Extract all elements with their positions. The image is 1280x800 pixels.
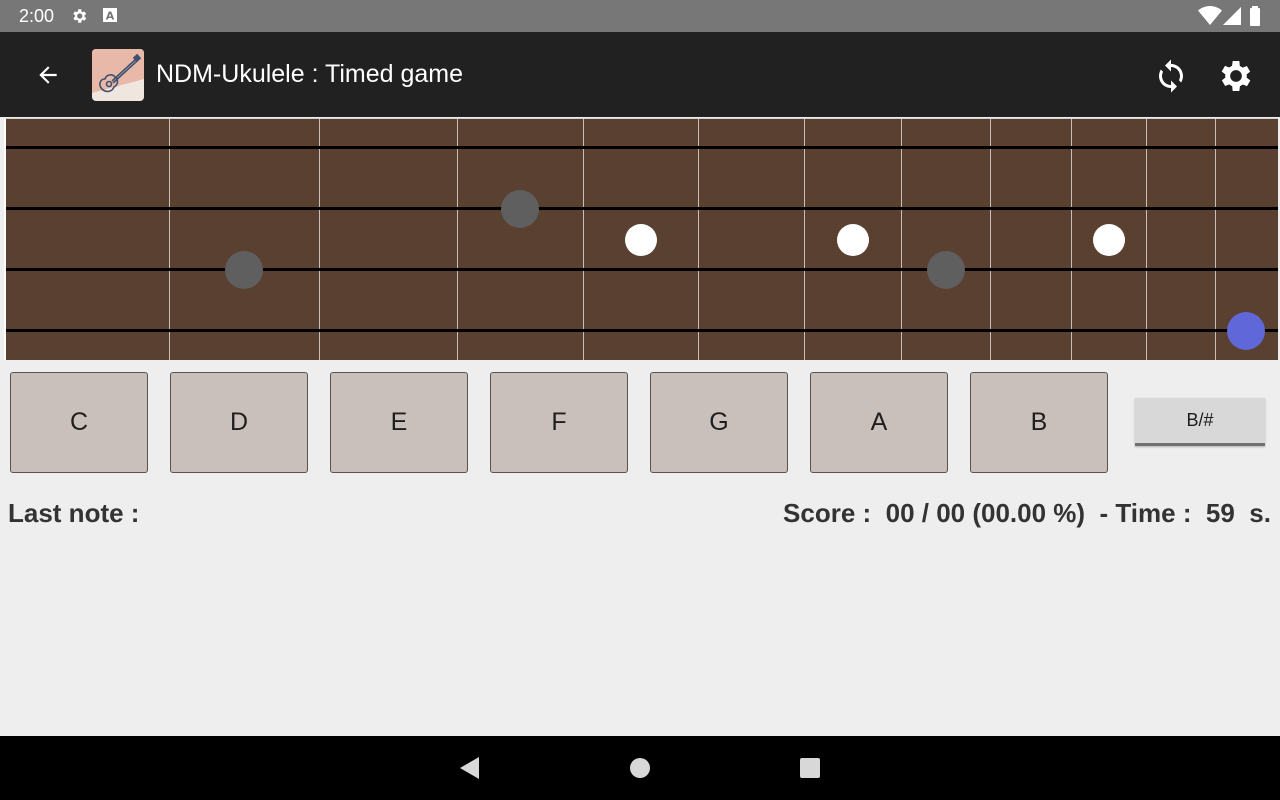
status-bar: 2:00 A — [0, 0, 1280, 32]
ukulele-app-icon — [92, 49, 144, 101]
page-title: NDM-Ukulele : Timed game — [156, 60, 464, 88]
target-note-marker[interactable] — [1227, 312, 1265, 350]
fret — [1146, 119, 1147, 360]
fretboard[interactable] — [4, 118, 1278, 360]
fret — [169, 119, 170, 360]
nav-home-button[interactable] — [620, 748, 660, 788]
restart-button[interactable] — [1147, 52, 1195, 100]
fret-inlay-dot — [625, 224, 657, 256]
app-bar: NDM-Ukulele : Timed game — [0, 32, 1280, 117]
last-note-label: Last note : — [8, 498, 140, 528]
settings-icon — [70, 7, 88, 30]
nav-back-button[interactable] — [450, 748, 490, 788]
note-button-c[interactable]: C — [10, 372, 148, 473]
note-button-a[interactable]: A — [810, 372, 948, 473]
settings-button[interactable] — [1212, 52, 1260, 100]
back-arrow-icon — [39, 66, 57, 84]
string-4 — [6, 329, 1278, 332]
battery-icon — [1249, 6, 1261, 31]
played-note-marker — [927, 251, 965, 289]
accidental-toggle-button[interactable]: B/# — [1135, 398, 1265, 446]
back-button[interactable] — [26, 53, 70, 97]
keyboard-a-icon: A — [102, 7, 118, 28]
fret-inlay-dot — [1093, 224, 1125, 256]
status-time: 2:00 — [19, 6, 55, 26]
svg-text:A: A — [106, 10, 115, 23]
nav-recents-icon — [800, 758, 820, 778]
system-nav-bar — [0, 736, 1280, 800]
fret — [1071, 119, 1072, 360]
note-button-g[interactable]: G — [650, 372, 788, 473]
nav-recents-button[interactable] — [790, 748, 830, 788]
score-time-text: Score : 00 / 00 (00.00 %) - Time : 59 s. — [783, 498, 1271, 528]
played-note-marker — [225, 251, 263, 289]
fret — [698, 119, 699, 360]
note-button-f[interactable]: F — [490, 372, 628, 473]
gear-icon — [1221, 61, 1251, 91]
played-note-marker — [501, 190, 539, 228]
refresh-icon — [1159, 59, 1183, 93]
note-button-e[interactable]: E — [330, 372, 468, 473]
fret — [1215, 119, 1216, 360]
fret — [990, 119, 991, 360]
string-2 — [6, 207, 1278, 210]
fret-inlay-dot — [837, 224, 869, 256]
wifi-icon — [1198, 6, 1222, 31]
fret — [901, 119, 902, 360]
note-button-b[interactable]: B — [970, 372, 1108, 473]
fret — [804, 119, 805, 360]
string-1 — [6, 146, 1278, 149]
nav-back-icon — [460, 757, 479, 779]
fret — [583, 119, 584, 360]
nav-home-icon — [630, 758, 650, 778]
fret — [457, 119, 458, 360]
fret — [319, 119, 320, 360]
signal-icon — [1222, 6, 1242, 31]
string-3 — [6, 268, 1278, 271]
note-button-d[interactable]: D — [170, 372, 308, 473]
